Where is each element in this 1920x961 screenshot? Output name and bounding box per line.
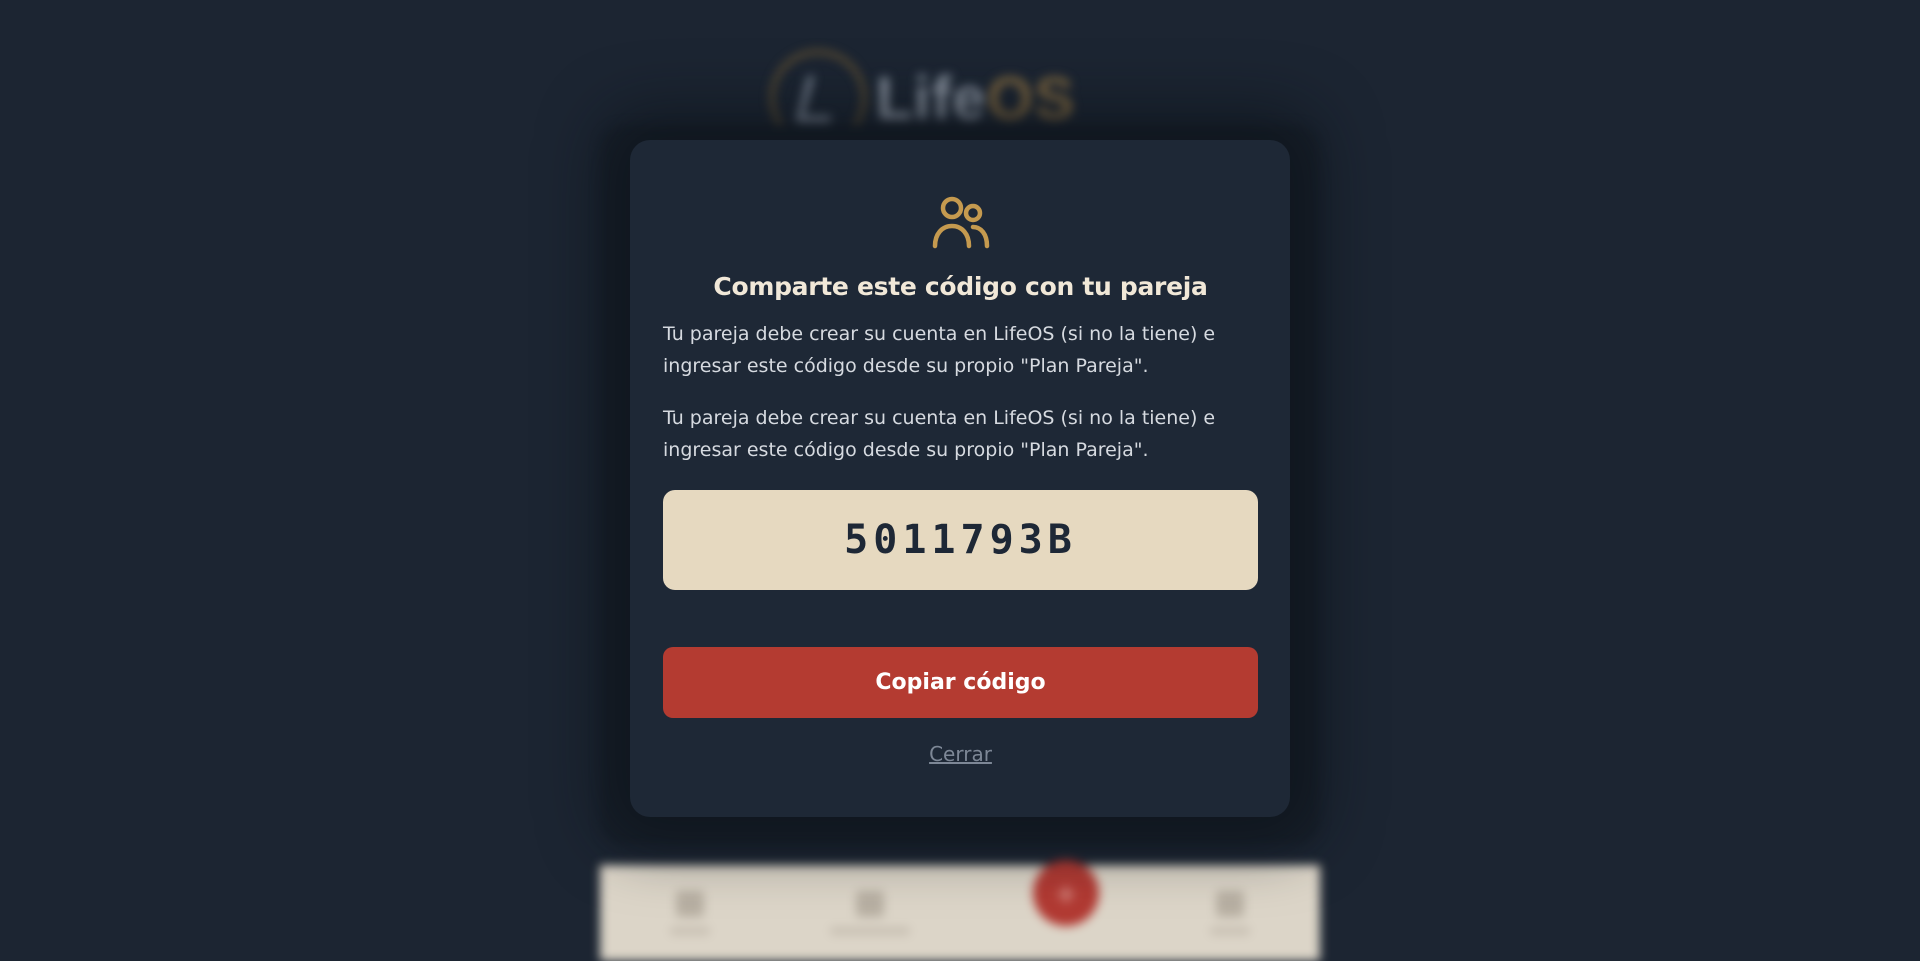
share-code-modal: Comparte este código con tu pareja Tu pa… [630,140,1290,817]
nav-label-placeholder [1210,927,1250,935]
users-icon [932,196,989,249]
add-fab-button: + [1033,860,1099,926]
modal-description: Tu pareja debe crear su cuenta en LifeOS… [663,323,1216,377]
modal-title: Comparte este código con tu pareja [713,272,1208,301]
nav-label-placeholder [830,927,910,935]
grid-icon [856,891,884,917]
more-icon [1216,891,1244,917]
logo-text-primary: Life [876,64,987,132]
nav-item-grid [825,891,915,935]
copy-code-button[interactable]: Copiar código [663,647,1258,718]
close-link[interactable]: Cerrar [929,742,992,766]
bottom-nav [600,865,1320,961]
nav-item-more [1185,891,1275,935]
pairing-code: 5011793B [844,517,1077,563]
nav-item-home [645,891,735,935]
logo-text: LifeOS [876,64,1075,133]
pairing-code-box: 5011793B [663,490,1258,590]
modal-description-repeat: Tu pareja debe crear su cuenta en LifeOS… [663,407,1216,461]
nav-label-placeholder [670,927,710,935]
logo-text-accent: OS [986,64,1076,132]
home-icon [676,891,704,917]
